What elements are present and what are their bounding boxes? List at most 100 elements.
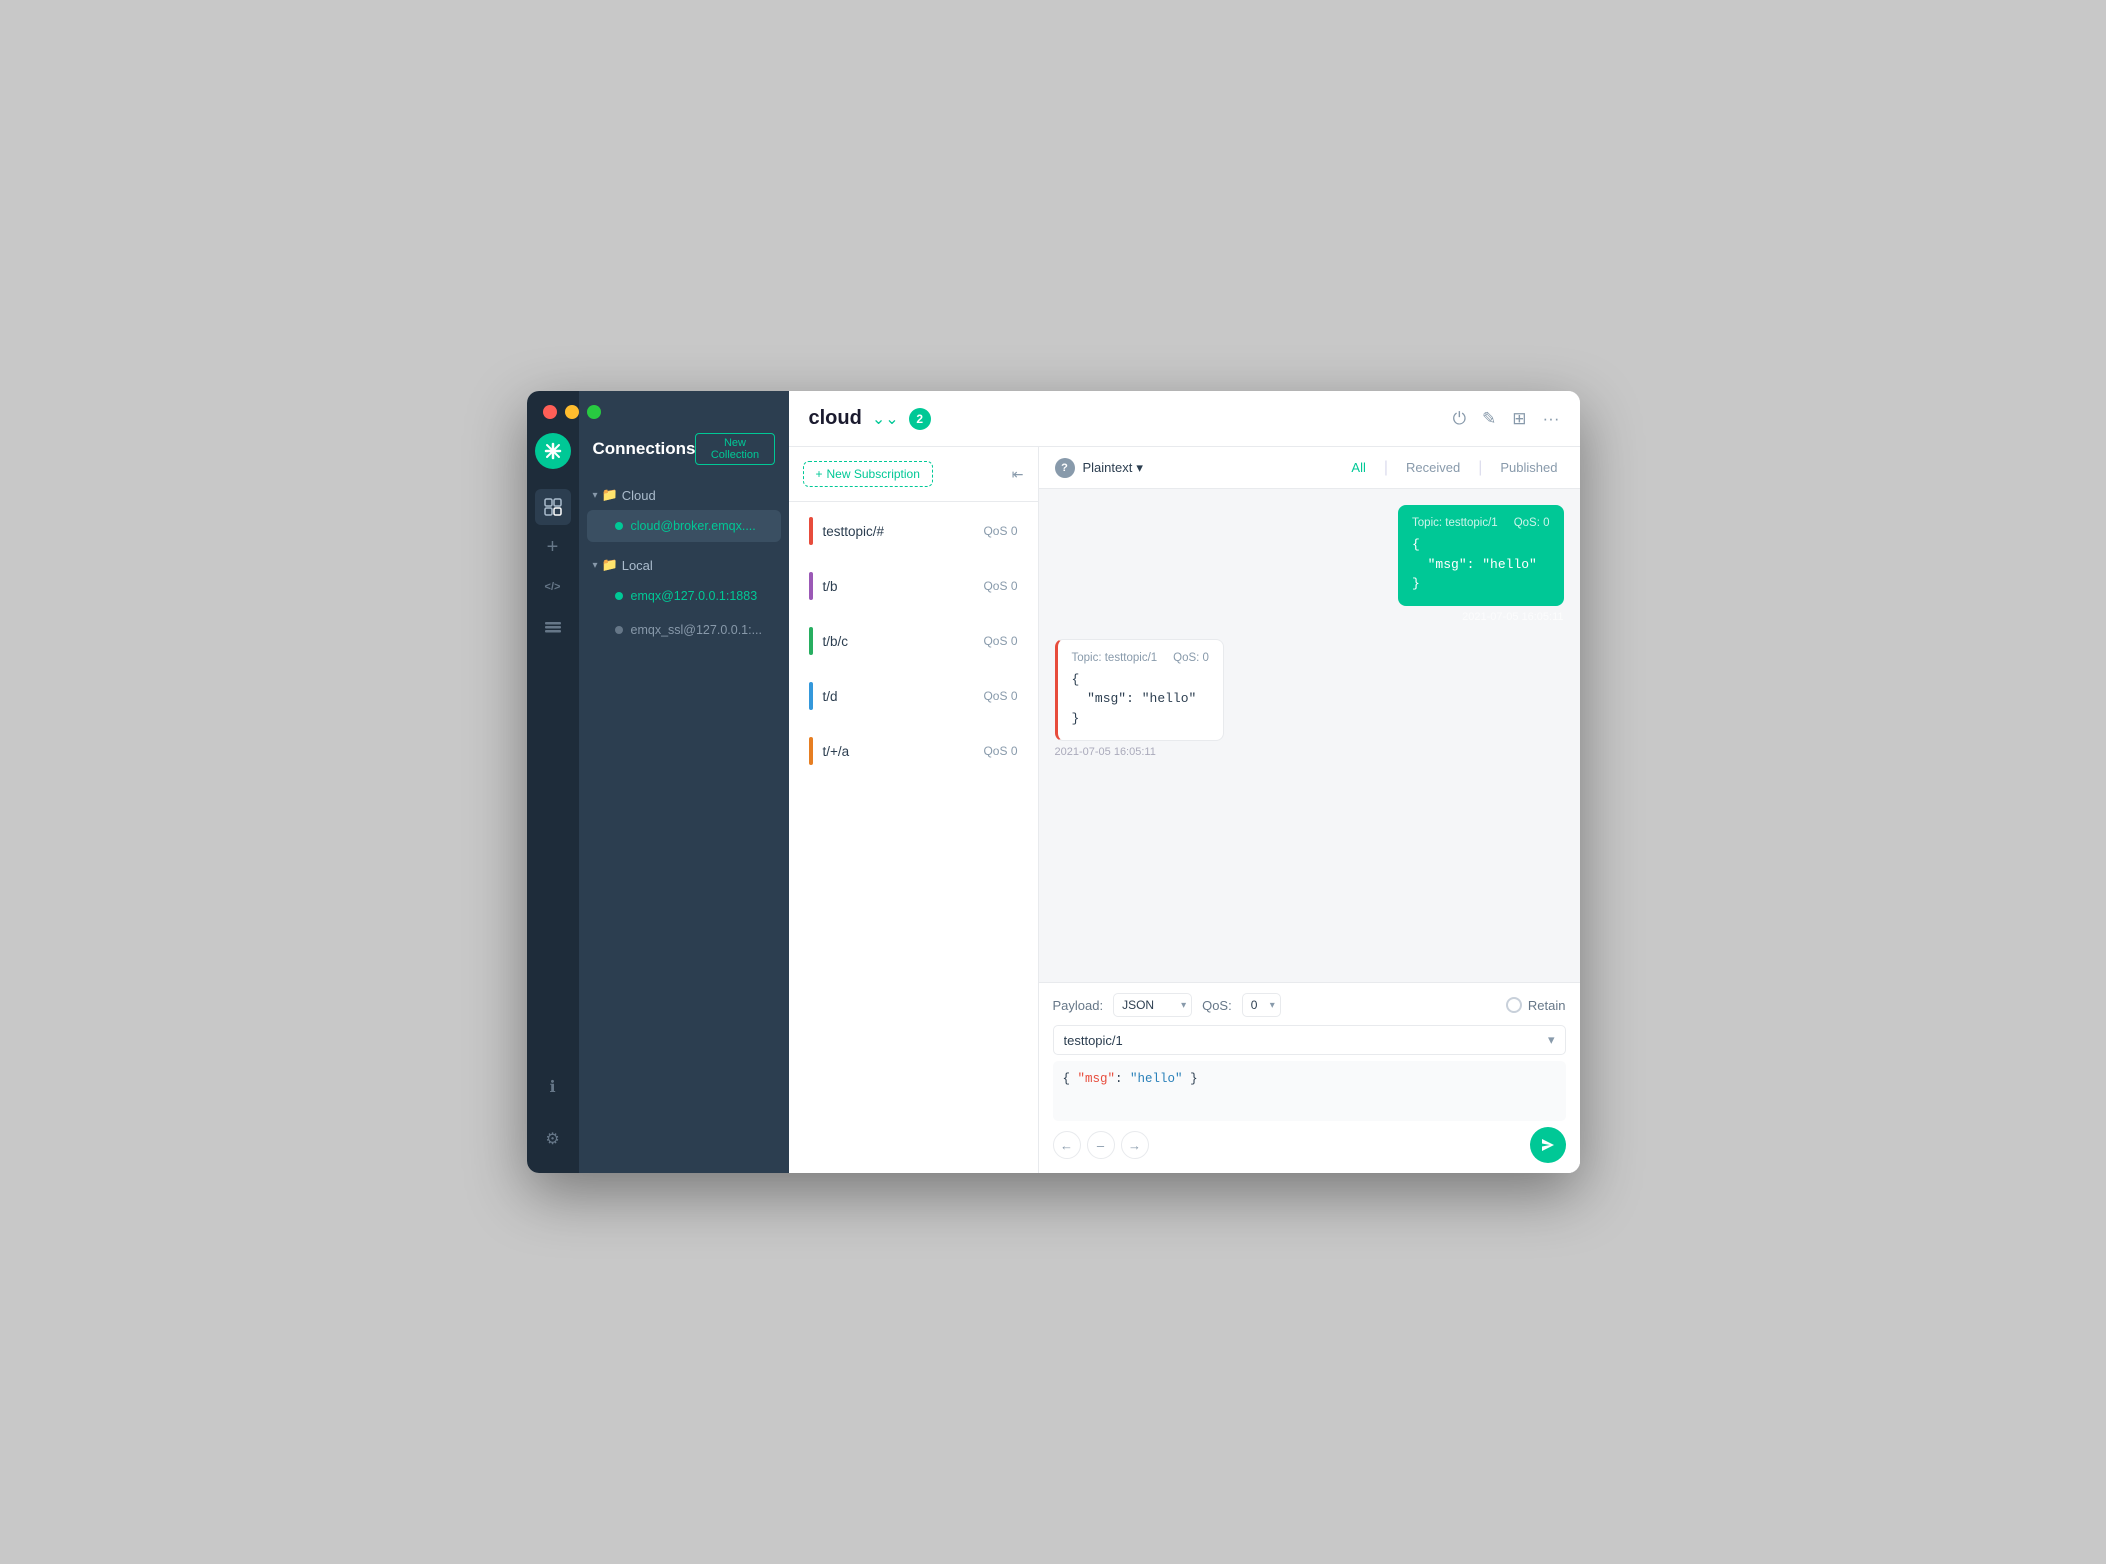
nav-connections[interactable] bbox=[535, 489, 571, 525]
nav-data[interactable] bbox=[535, 609, 571, 645]
message-meta-received: Topic: testtopic/1 QoS: 0 bbox=[1072, 652, 1209, 664]
connection-status-dot bbox=[615, 522, 623, 530]
messages-panel: ? Plaintext ▾ All | Received | Published bbox=[1039, 447, 1580, 1173]
power-icon[interactable]: ⏻ bbox=[1453, 409, 1466, 429]
message-qos-sent: QoS: 0 bbox=[1514, 517, 1550, 529]
subscription-item-2[interactable]: t/b QoS 0 bbox=[795, 560, 1032, 612]
local-group-label: Local bbox=[622, 558, 653, 573]
subscriptions-header: + New Subscription ⇤ bbox=[789, 447, 1038, 502]
new-subscription-button[interactable]: + New Subscription bbox=[803, 461, 933, 487]
prev-message-button[interactable]: ← bbox=[1053, 1131, 1081, 1159]
qos-select[interactable]: 0 1 2 bbox=[1242, 993, 1281, 1017]
filter-published-button[interactable]: Published bbox=[1494, 457, 1563, 478]
collapse-subscriptions-icon[interactable]: ⇤ bbox=[1012, 466, 1024, 483]
send-button[interactable] bbox=[1530, 1127, 1566, 1163]
connection-status-dot-emqx bbox=[615, 592, 623, 600]
filter-all-button[interactable]: All bbox=[1345, 457, 1371, 478]
connection-name: cloud@broker.emqx.... bbox=[631, 519, 756, 533]
message-payload-received: { "msg": "hello" } bbox=[1072, 670, 1209, 729]
more-options-icon[interactable]: ··· bbox=[1543, 409, 1560, 429]
nav-code[interactable]: </> bbox=[535, 569, 571, 605]
subscription-topic: t/b/c bbox=[823, 634, 974, 649]
clear-message-button[interactable]: – bbox=[1087, 1131, 1115, 1159]
compose-area: Payload: JSON Plaintext Hex Base64 QoS: bbox=[1039, 982, 1580, 1173]
connections-panel: Connections New Collection ▾ 📁 Cloud clo… bbox=[579, 391, 789, 1173]
message-timestamp-sent: 2021-07-05 16:05:11 bbox=[1398, 611, 1563, 623]
retain-checkbox[interactable] bbox=[1506, 997, 1522, 1013]
messages-list: Topic: testtopic/1 QoS: 0 { "msg": "hell… bbox=[1039, 489, 1580, 982]
cloud-folder-icon: 📁 bbox=[602, 487, 618, 503]
connection-status-dot-ssl bbox=[615, 626, 623, 634]
expand-topic-icon[interactable]: ▾ bbox=[1548, 1032, 1555, 1048]
message-timestamp-received: 2021-07-05 16:05:11 bbox=[1055, 746, 1224, 758]
payload-format-select[interactable]: JSON Plaintext Hex Base64 bbox=[1113, 993, 1192, 1017]
subscription-item-4[interactable]: t/d QoS 0 bbox=[795, 670, 1032, 722]
connections-title: Connections bbox=[593, 439, 696, 459]
edit-icon[interactable]: ✎ bbox=[1482, 409, 1496, 429]
nav-settings[interactable]: ⚙ bbox=[535, 1121, 571, 1157]
new-tab-icon[interactable]: ⊞ bbox=[1512, 409, 1526, 429]
close-button[interactable] bbox=[543, 405, 557, 419]
subscription-item-3[interactable]: t/b/c QoS 0 bbox=[795, 615, 1032, 667]
cloud-chevron-icon: ▾ bbox=[593, 490, 598, 501]
connection-name-ssl: emqx_ssl@127.0.0.1:... bbox=[631, 623, 763, 637]
subscription-qos: QoS 0 bbox=[983, 579, 1017, 593]
message-meta-sent: Topic: testtopic/1 QoS: 0 bbox=[1412, 517, 1549, 529]
plaintext-button[interactable]: Plaintext ▾ bbox=[1083, 460, 1143, 476]
message-topic-sent: Topic: testtopic/1 bbox=[1412, 517, 1498, 529]
message-received: Topic: testtopic/1 QoS: 0 { "msg": "hell… bbox=[1055, 639, 1224, 759]
connection-item-ssl[interactable]: emqx_ssl@127.0.0.1:... bbox=[587, 614, 781, 646]
maximize-button[interactable] bbox=[587, 405, 601, 419]
app-logo[interactable] bbox=[535, 433, 571, 469]
new-collection-button[interactable]: New Collection bbox=[695, 433, 774, 465]
subscriptions-panel: + New Subscription ⇤ testtopic/# QoS 0 bbox=[789, 447, 1039, 1173]
subscription-list: testtopic/# QoS 0 t/b QoS 0 t/b/c QoS 0 bbox=[789, 502, 1038, 1173]
connection-header-title: cloud bbox=[809, 407, 862, 430]
subscription-color-bar bbox=[809, 737, 813, 765]
next-message-button[interactable]: → bbox=[1121, 1131, 1149, 1159]
subscription-item-1[interactable]: testtopic/# QoS 0 bbox=[795, 505, 1032, 557]
local-chevron-icon: ▾ bbox=[593, 560, 598, 571]
filter-received-button[interactable]: Received bbox=[1400, 457, 1466, 478]
cloud-group-label: Cloud bbox=[622, 488, 656, 503]
subscription-color-bar bbox=[809, 682, 813, 710]
plaintext-label: Plaintext bbox=[1083, 460, 1133, 475]
subscription-color-bar bbox=[809, 517, 813, 545]
qos-label: QoS: bbox=[1202, 998, 1232, 1013]
subscription-qos: QoS 0 bbox=[983, 689, 1017, 703]
connection-item-cloud[interactable]: cloud@broker.emqx.... bbox=[587, 510, 781, 542]
connection-item-emqx[interactable]: emqx@127.0.0.1:1883 bbox=[587, 580, 781, 612]
local-group-header[interactable]: ▾ 📁 Local bbox=[579, 551, 789, 579]
connection-name-emqx: emqx@127.0.0.1:1883 bbox=[631, 589, 758, 603]
message-sent: Topic: testtopic/1 QoS: 0 { "msg": "hell… bbox=[1398, 505, 1563, 623]
header-chevron-icon[interactable]: ⌄⌄ bbox=[872, 409, 899, 429]
messages-toolbar: ? Plaintext ▾ All | Received | Published bbox=[1039, 447, 1580, 489]
subscription-topic: t/b bbox=[823, 579, 974, 594]
nav-info[interactable]: ℹ bbox=[535, 1069, 571, 1105]
subscription-topic: t/d bbox=[823, 689, 974, 704]
subscription-qos: QoS 0 bbox=[983, 744, 1017, 758]
subscription-item-5[interactable]: t/+/a QoS 0 bbox=[795, 725, 1032, 777]
message-bubble-sent: Topic: testtopic/1 QoS: 0 { "msg": "hell… bbox=[1398, 505, 1563, 606]
minimize-button[interactable] bbox=[565, 405, 579, 419]
cloud-group-header[interactable]: ▾ 📁 Cloud bbox=[579, 481, 789, 509]
subscription-color-bar bbox=[809, 627, 813, 655]
connection-count-badge: 2 bbox=[909, 408, 931, 430]
topic-input[interactable] bbox=[1064, 1033, 1548, 1048]
subscription-qos: QoS 0 bbox=[983, 524, 1017, 538]
payload-editor[interactable]: { "msg": "hello" } bbox=[1053, 1061, 1566, 1121]
plaintext-chevron-icon: ▾ bbox=[1136, 460, 1143, 476]
message-qos-received: QoS: 0 bbox=[1173, 652, 1209, 664]
help-icon[interactable]: ? bbox=[1055, 458, 1075, 478]
message-payload-sent: { "msg": "hello" } bbox=[1412, 535, 1549, 594]
topic-input-row: ▾ bbox=[1053, 1025, 1566, 1055]
local-folder-icon: 📁 bbox=[602, 557, 618, 573]
subscription-topic: testtopic/# bbox=[823, 524, 974, 539]
plus-icon: + bbox=[816, 467, 823, 481]
message-topic-received: Topic: testtopic/1 bbox=[1072, 652, 1158, 664]
subscription-qos: QoS 0 bbox=[983, 634, 1017, 648]
nav-add[interactable]: + bbox=[535, 529, 571, 565]
main-area: cloud ⌄⌄ 2 ⏻ ✎ ⊞ ··· + bbox=[789, 391, 1580, 1173]
subscription-color-bar bbox=[809, 572, 813, 600]
icon-nav: + </> ℹ ⚙ bbox=[527, 391, 579, 1173]
